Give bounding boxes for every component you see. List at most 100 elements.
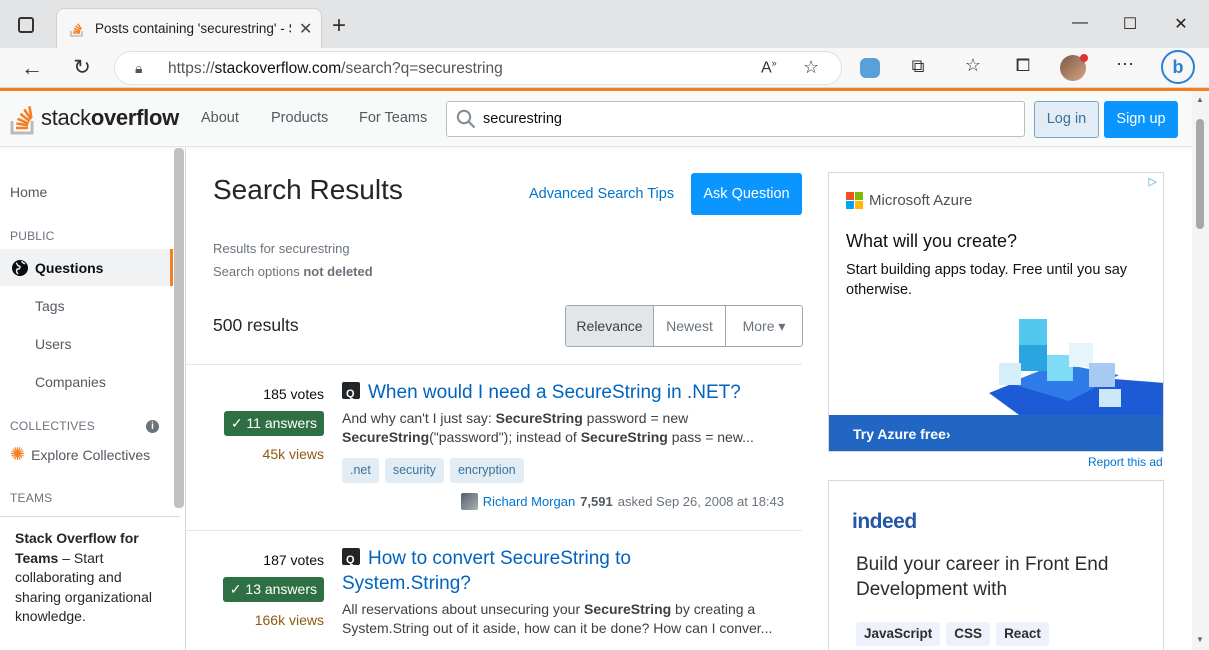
workspaces-icon[interactable] [18,17,34,33]
profile-notification-badge [1080,54,1088,62]
result-stats: 187 votes ✓ 13 answers 166k views [186,531,324,641]
scrollbar-thumb[interactable] [1196,119,1204,229]
question-excerpt-line: All reservations about unsecuring your S… [342,601,756,617]
new-tab-button[interactable]: + [332,12,346,40]
nav-for-teams[interactable]: For Teams [359,110,427,126]
search-result: 187 votes ✓ 13 answers 166k views How to… [186,531,802,650]
ad-body: Start building apps today. Free until yo… [846,262,1128,298]
tag[interactable]: security [384,458,444,483]
question-icon [342,548,360,573]
result-stats: 185 votes ✓ 11 answers 45k views [186,365,324,485]
sidebar-section-collectives: COLLECTIVES [10,419,95,433]
nav-products[interactable]: Products [271,110,328,126]
scroll-down-icon[interactable]: ▼ [1196,635,1204,644]
results-count: 500 results [213,315,299,335]
skill-chip: JavaScript [856,622,941,646]
question-icon [342,382,360,407]
sidebar-item-companies[interactable]: Companies [35,374,106,390]
tab-title: Posts containing 'securestring' - S [95,21,291,36]
sidebar-item-users[interactable]: Users [35,336,72,352]
user-name-link[interactable]: Richard Morgan [483,494,576,509]
ask-question-button[interactable]: Ask Question [691,173,802,215]
search-value: securestring [483,111,562,127]
search-icon [456,109,476,129]
search-result: 185 votes ✓ 11 answers 45k views When wo… [186,365,802,530]
read-aloud-icon[interactable]: A» [761,58,777,77]
skill-chip: React [996,622,1049,646]
report-ad-link[interactable]: Report this ad [1088,455,1163,469]
page-scrollbar[interactable]: ▲ ▼ [1192,91,1209,650]
question-excerpt-line: SecureString("password"); instead of Sec… [342,429,754,445]
answer-count-badge: ✓ 13 answers [222,577,324,602]
sort-more-button[interactable]: More ▾ [726,306,802,346]
advanced-search-tips-link[interactable]: Advanced Search Tips [529,186,674,202]
sidebar-item-questions[interactable]: Questions [0,249,173,286]
url-text: https://stackoverflow.com/search?q=secur… [168,60,503,77]
sidebar-item-explore-collectives[interactable]: ✺ Explore Collectives [10,444,150,465]
bing-chat-icon[interactable]: b [1161,50,1195,84]
question-title-link[interactable]: When would I need a SecureString in .NET… [342,380,741,407]
nav-about[interactable]: About [201,110,239,126]
close-window-icon[interactable]: ✕ [1171,14,1191,34]
back-icon[interactable]: ← [19,55,45,81]
answer-count-badge: ✓ 11 answers [223,411,324,436]
indeed-ad[interactable]: indeed Build your career in Front End De… [828,480,1164,650]
ad-headline: What will you create? [846,231,1018,251]
more-menu-icon[interactable]: ⋯ [1112,54,1138,75]
sort-newest-button[interactable]: Newest [654,306,726,346]
sidebar-scrollbar[interactable] [174,148,184,508]
skill-chip: CSS [946,622,991,646]
microsoft-logo-icon [846,192,863,209]
globe-icon [12,260,28,276]
browser-tab-bar: Posts containing 'securestring' - S ✕ + … [0,0,1209,48]
maximize-icon[interactable]: ☐ [1120,14,1140,34]
tag[interactable]: encryption [449,458,524,483]
azure-cubes-illustration [989,319,1163,415]
question-excerpt-line: And why can't I just say: SecureString p… [342,410,689,426]
sidebar-item-label: Questions [35,260,104,276]
stackoverflow-favicon-icon [70,23,83,37]
vote-count: 187 votes [263,552,324,568]
user-card: Richard Morgan 7,591 asked Sep 26, 2008 … [460,493,784,510]
tab-close-icon[interactable]: ✕ [299,19,312,39]
results-for-text: Results for securestring [213,241,350,256]
search-input[interactable]: securestring [446,101,1025,137]
azure-ad[interactable]: ▷ Microsoft Azure What will you create? … [828,172,1164,452]
tag-list: .net security encryption [342,458,524,483]
left-sidebar: Home PUBLIC Questions Tags Users Compani… [0,148,186,650]
site-header: stackoverflow About Products For Teams s… [0,91,1192,147]
view-count: 166k views [254,612,324,628]
avatar[interactable] [460,493,478,510]
favorites-icon[interactable]: ☆ [960,55,986,76]
minimize-icon[interactable]: — [1070,14,1090,34]
sidebar-item-label: Explore Collectives [31,446,151,463]
view-count: 45k views [262,446,324,462]
address-bar[interactable]: 🔒︎ https://stackoverflow.com/search?q=se… [114,51,842,85]
sidebar-section-public: PUBLIC [10,229,55,243]
sort-relevance-button[interactable]: Relevance [566,306,654,346]
sidebar-item-tags[interactable]: Tags [35,298,65,314]
adchoices-icon[interactable]: ▷ [1149,175,1157,188]
login-button[interactable]: Log in [1034,101,1099,138]
lock-icon: 🔒︎ [135,60,143,76]
main-content: Search Results Advanced Search Tips Ask … [186,148,816,650]
add-favorite-icon[interactable]: ☆ [803,57,819,78]
info-icon[interactable]: i [146,420,159,433]
copilot-extension-icon[interactable] [860,58,880,78]
sidebar-section-teams: TEAMS [10,491,53,505]
sidebar-item-home[interactable]: Home [10,184,47,200]
refresh-icon[interactable]: ↻ [69,55,95,80]
ad-headline: Build your career in Front End Developme… [856,554,1109,600]
site-logo[interactable]: stackoverflow [10,100,179,136]
sort-filter-group: Relevance Newest More ▾ [565,305,803,347]
extensions-icon[interactable]: ⧉ [905,56,931,77]
collections-icon[interactable]: ⧠ [1010,55,1036,76]
question-title-link[interactable]: How to convert SecureString toSystem.Str… [342,546,631,596]
search-options-text: Search options not deleted [213,264,373,279]
tag[interactable]: .net [342,458,379,483]
scroll-up-icon[interactable]: ▲ [1196,95,1204,104]
browser-tab[interactable]: Posts containing 'securestring' - S ✕ [56,8,322,48]
user-reputation: 7,591 [580,494,613,509]
signup-button[interactable]: Sign up [1104,101,1178,138]
try-azure-button[interactable]: Try Azure free› [829,415,1163,451]
